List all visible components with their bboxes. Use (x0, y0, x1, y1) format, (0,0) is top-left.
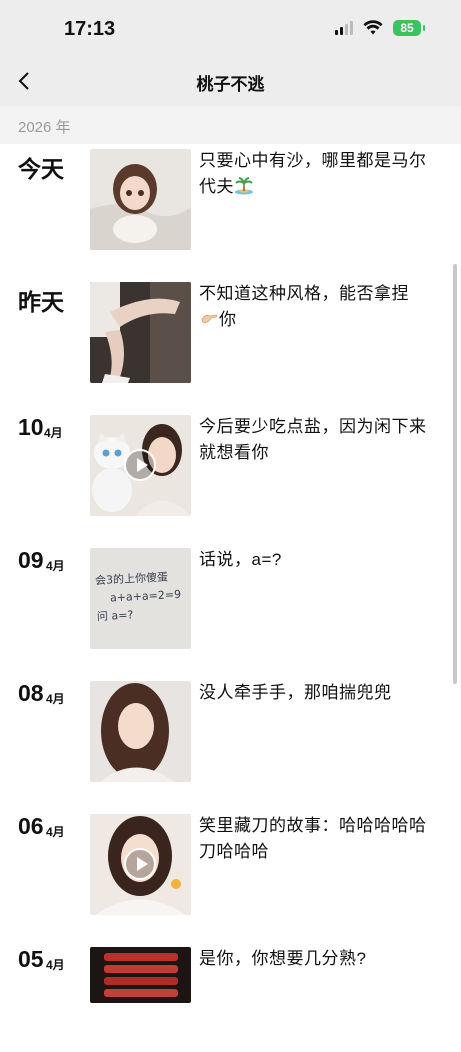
post-month: 4月 (46, 958, 65, 972)
play-icon[interactable] (124, 848, 156, 880)
post-month: 4月 (46, 692, 65, 706)
page-title: 桃子不逃 (196, 75, 265, 94)
post-item[interactable]: 08 4月 没人牵手手，那咱揣兜兜 (0, 676, 461, 786)
post-thumbnail[interactable] (90, 415, 191, 516)
post-day: 08 (18, 680, 44, 706)
signal-icon (335, 21, 353, 35)
post-thumbnail[interactable] (90, 814, 191, 915)
post-month: 4月 (44, 426, 63, 440)
nav-bar: 桃子不逃 (0, 58, 461, 106)
post-text: 不知道这种风格，能否拿捏你 (199, 281, 427, 333)
scrollbar[interactable] (453, 264, 457, 684)
post-item[interactable]: 昨天 不知道这种风格，能否拿捏你 (0, 277, 461, 387)
post-month: 4月 (46, 825, 65, 839)
year-label: 2026 年 (18, 119, 71, 136)
battery-icon: 85 (393, 20, 425, 36)
post-month: 4月 (46, 559, 65, 573)
pinching-hand-icon (201, 314, 218, 324)
post-day: 06 (18, 813, 44, 839)
post-caption: 话说，a=? (199, 550, 282, 569)
status-icons: 85 (335, 20, 425, 36)
post-caption: 笑里藏刀的故事：哈哈哈哈哈刀哈哈哈 (199, 816, 427, 861)
status-time: 17:13 (64, 18, 116, 40)
post-item[interactable]: 今天 只要心中有沙，哪里都是马尔代夫 (0, 144, 461, 254)
post-thumbnail[interactable]: 会3的上你傻蛋 a+a+a=2=9 问 a=? (90, 548, 191, 649)
post-caption: 今后要少吃点盐，因为闲下来就想看你 (199, 417, 427, 462)
post-thumbnail[interactable] (90, 947, 191, 1003)
post-date: 昨天 (18, 289, 64, 315)
post-text: 只要心中有沙，哪里都是马尔代夫 (199, 148, 427, 200)
post-date: 今天 (18, 156, 64, 182)
status-bar: 17:13 85 (0, 0, 461, 58)
post-item[interactable]: 06 4月 笑里藏刀的故事：哈哈哈哈哈刀哈哈哈 (0, 809, 461, 919)
post-day: 05 (18, 946, 44, 972)
post-item[interactable]: 09 4月 会3的上你傻蛋 a+a+a=2=9 问 a=? 话说，a=? (0, 543, 461, 653)
year-header: 2026 年 (0, 106, 461, 144)
wifi-icon (363, 20, 383, 35)
island-icon (235, 177, 253, 195)
post-caption-tail: 你 (219, 310, 237, 329)
post-thumbnail[interactable] (90, 149, 191, 250)
post-item[interactable]: 10 4月 今后要少吃点盐，因为闲下来就想看你 (0, 410, 461, 520)
post-day: 09 (18, 547, 44, 573)
battery-level: 85 (400, 21, 414, 35)
play-icon[interactable] (124, 449, 156, 481)
post-caption: 没人牵手手，那咱揣兜兜 (199, 683, 392, 702)
post-thumbnail[interactable] (90, 282, 191, 383)
post-thumbnail[interactable] (90, 681, 191, 782)
thumbnail-text: 问 a=? (96, 608, 134, 624)
post-day: 10 (18, 414, 44, 440)
post-caption: 不知道这种风格，能否拿捏 (199, 284, 409, 303)
post-caption: 是你，你想要几分熟? (199, 949, 367, 968)
post-item[interactable]: 05 4月 是你，你想要几分熟? (0, 942, 461, 1052)
